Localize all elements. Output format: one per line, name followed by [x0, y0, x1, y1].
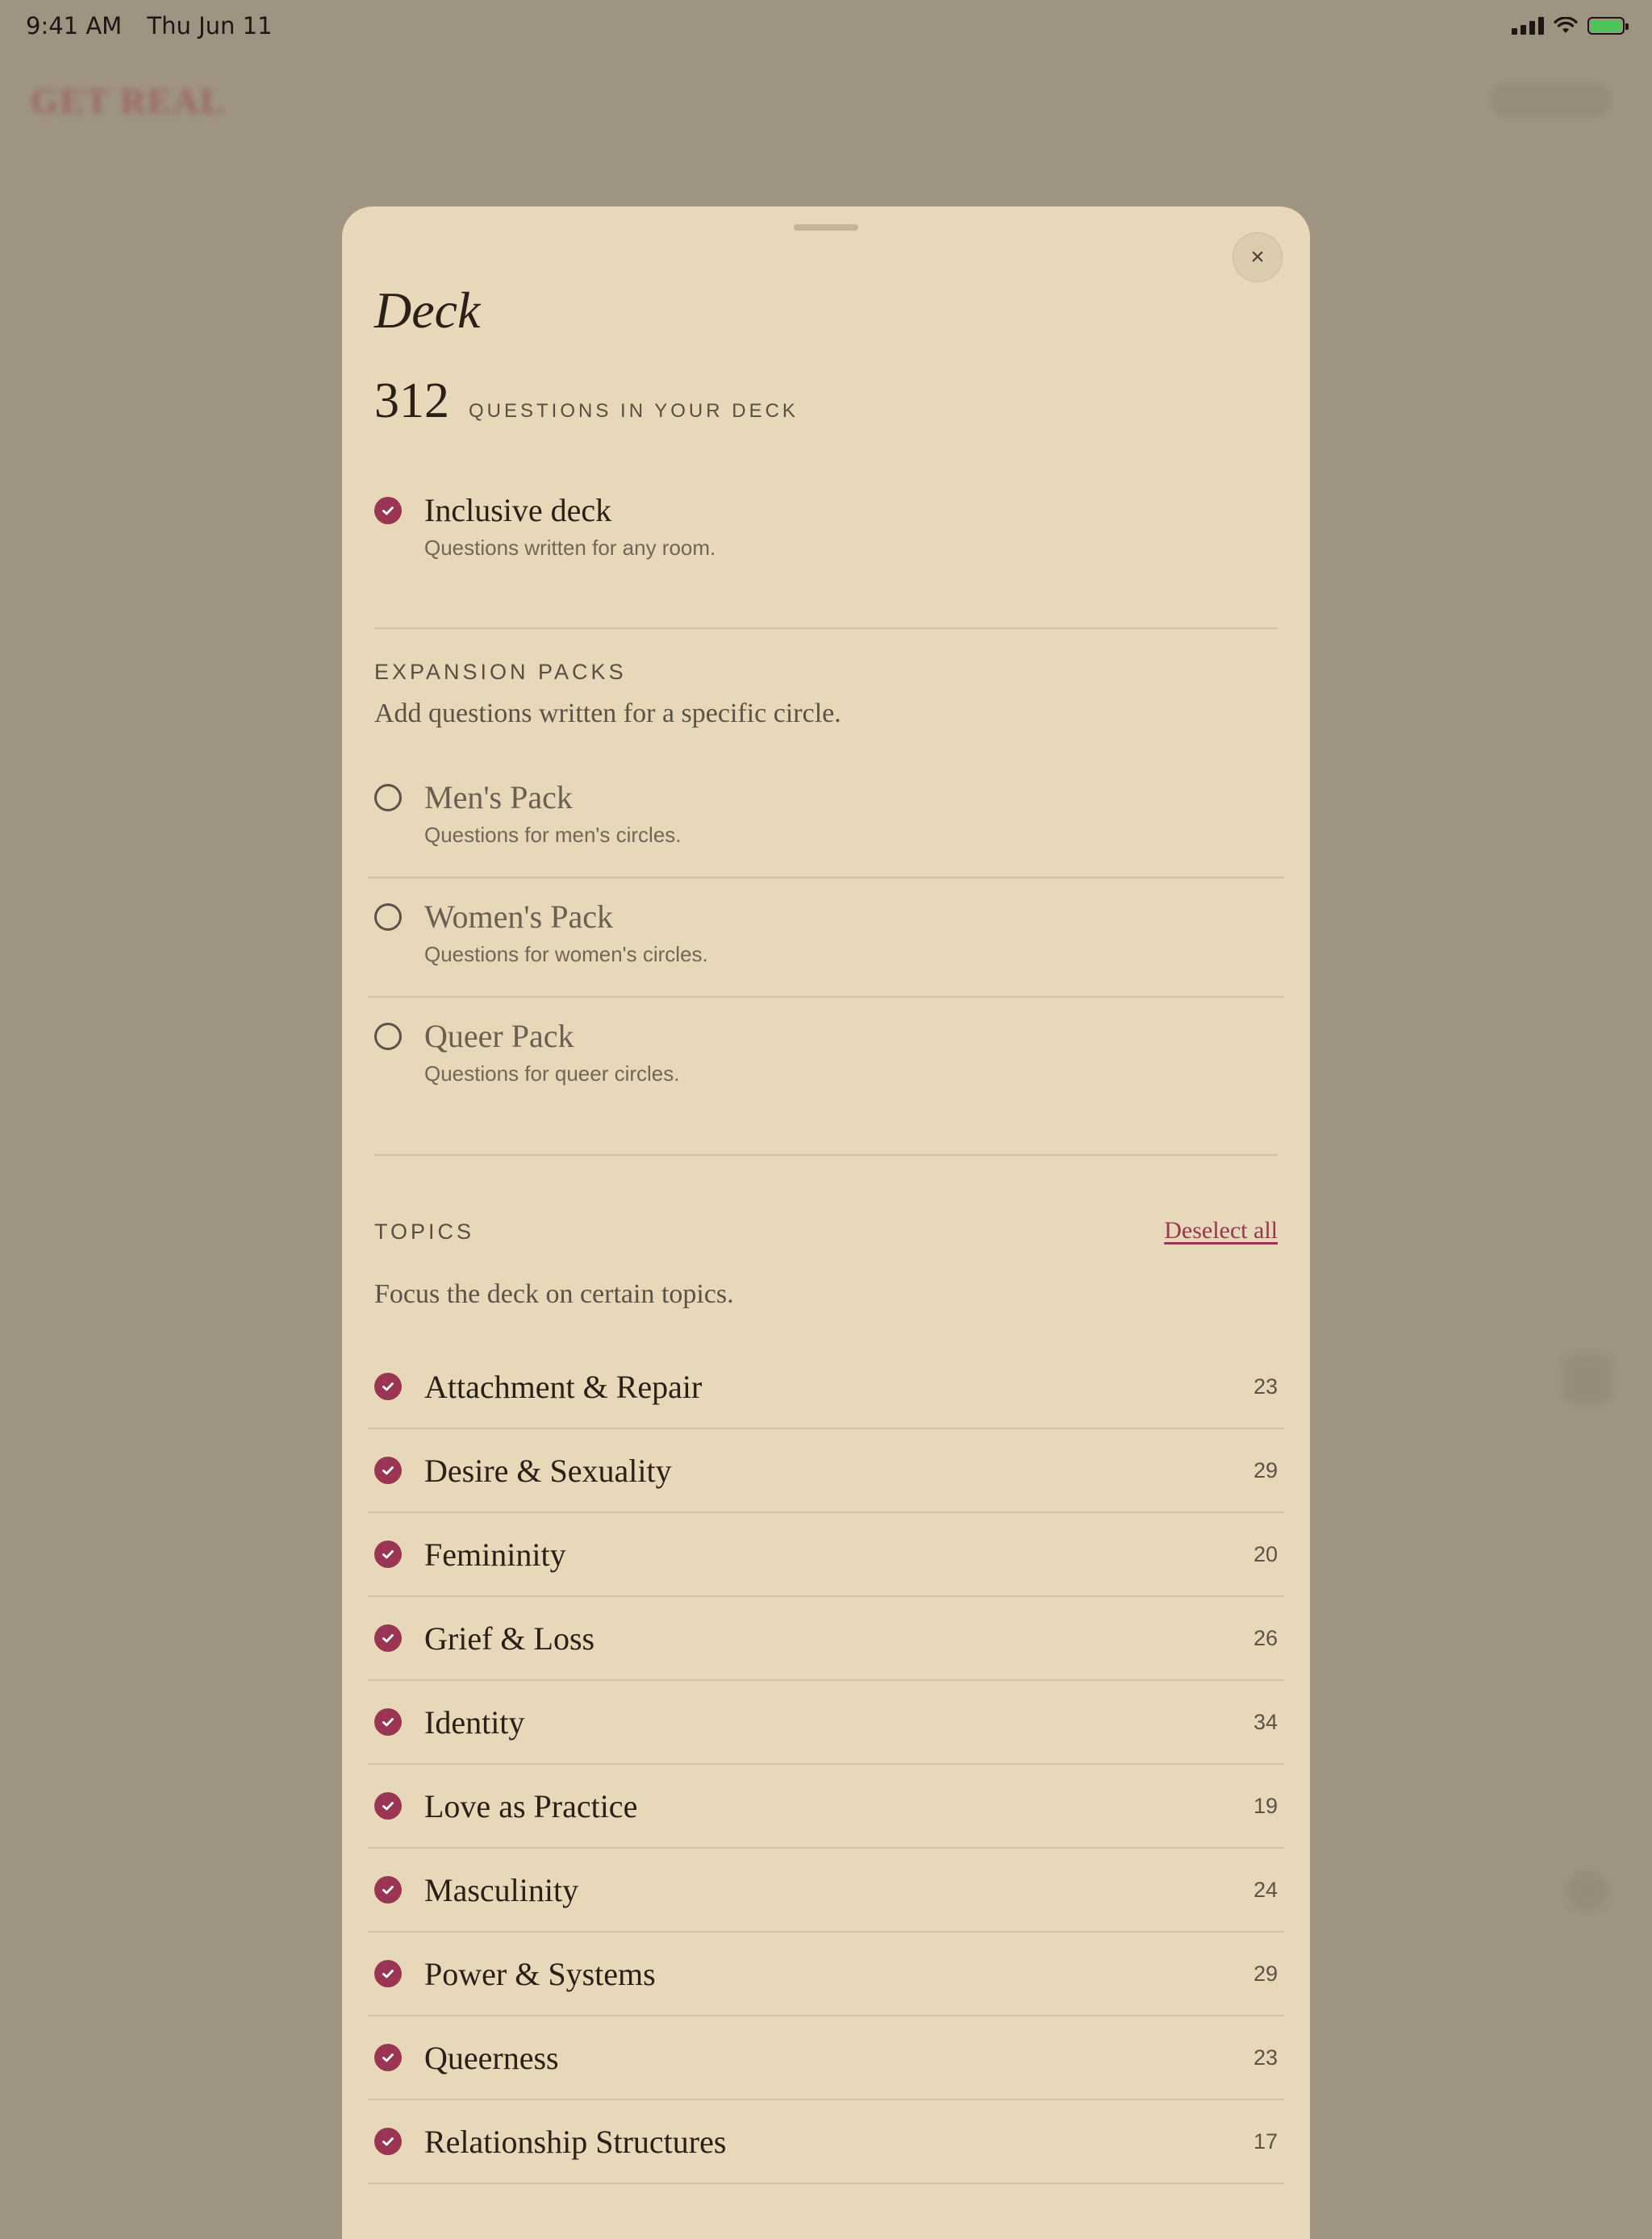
checked-circle-icon — [374, 2128, 402, 2155]
topic-count: 20 — [1253, 1541, 1278, 1566]
topic-row[interactable]: Queerness 23 — [368, 2016, 1284, 2100]
divider — [368, 877, 1284, 878]
status-date: Thu Jun 11 — [147, 12, 273, 40]
topic-count: 17 — [1253, 2129, 1278, 2154]
topic-row[interactable]: Power & Systems 29 — [368, 1933, 1284, 2016]
expansion-packs-label: EXPANSION PACKS — [374, 660, 627, 684]
checked-circle-icon — [374, 497, 402, 524]
background-app-icon — [1567, 1871, 1608, 1912]
topic-list: Attachment & Repair 23 Desire & Sexualit… — [368, 1345, 1284, 2184]
question-count: 312 QUESTIONS IN YOUR DECK — [374, 373, 799, 430]
close-icon: × — [1250, 244, 1265, 270]
sheet-title: Deck — [374, 281, 481, 339]
option-description: Questions for queer circles. — [424, 1061, 680, 1086]
option-description: Questions written for any room. — [424, 536, 716, 560]
option-title: Women's Pack — [424, 899, 613, 935]
background-app-button — [1491, 82, 1612, 118]
topic-name: Grief & Loss — [424, 1620, 595, 1657]
topics-label: TOPICS — [374, 1220, 475, 1244]
unchecked-circle-icon — [374, 1023, 402, 1050]
topic-name: Femininity — [424, 1536, 566, 1573]
question-count-label: QUESTIONS IN YOUR DECK — [469, 400, 799, 422]
topic-row[interactable]: Identity 34 — [368, 1681, 1284, 1765]
checked-circle-icon — [374, 1541, 402, 1568]
background-app-icon — [1563, 1355, 1612, 1403]
checked-circle-icon — [374, 1792, 402, 1820]
checked-circle-icon — [374, 1876, 402, 1903]
topic-name: Desire & Sexuality — [424, 1452, 672, 1489]
divider — [368, 996, 1284, 998]
cellular-signal-icon — [1512, 17, 1544, 35]
topic-row[interactable]: Masculinity 24 — [368, 1849, 1284, 1933]
deck-sheet: × Deck 312 QUESTIONS IN YOUR DECK Inclus… — [342, 206, 1310, 2239]
battery-charging-icon — [1587, 17, 1629, 35]
topic-count: 29 — [1253, 1457, 1278, 1482]
topics-subtitle: Focus the deck on certain topics. — [374, 1279, 734, 1309]
checked-circle-icon — [374, 2044, 402, 2071]
topic-row[interactable]: Femininity 20 — [368, 1513, 1284, 1597]
expansion-packs-subtitle: Add questions written for a specific cir… — [374, 698, 841, 728]
topic-name: Love as Practice — [424, 1787, 638, 1824]
question-count-number: 312 — [374, 373, 449, 428]
close-button[interactable]: × — [1233, 232, 1283, 282]
checked-circle-icon — [374, 1708, 402, 1736]
checked-circle-icon — [374, 1624, 402, 1652]
topic-name: Attachment & Repair — [424, 1368, 703, 1405]
sheet-drag-handle[interactable] — [794, 224, 858, 231]
topic-count: 23 — [1253, 1374, 1278, 1399]
option-title: Men's Pack — [424, 779, 573, 815]
topic-count: 34 — [1253, 1709, 1278, 1734]
topic-row[interactable]: Desire & Sexuality 29 — [368, 1429, 1284, 1513]
topic-name: Masculinity — [424, 1871, 579, 1908]
unchecked-circle-icon — [374, 903, 402, 931]
topic-count: 19 — [1253, 1793, 1278, 1818]
topic-count: 26 — [1253, 1625, 1278, 1650]
option-description: Questions for women's circles. — [424, 942, 708, 966]
womens-pack-option[interactable]: Women's Pack Questions for women's circl… — [374, 897, 708, 967]
unchecked-circle-icon — [374, 784, 402, 811]
checked-circle-icon — [374, 1457, 402, 1484]
topic-row[interactable]: Relationship Structures 17 — [368, 2100, 1284, 2184]
divider — [374, 628, 1278, 629]
topic-row[interactable]: Attachment & Repair 23 — [368, 1345, 1284, 1429]
topic-count: 23 — [1253, 2045, 1278, 2070]
topic-count: 24 — [1253, 1877, 1278, 1902]
topic-name: Power & Systems — [424, 1955, 656, 1992]
checked-circle-icon — [374, 1960, 402, 1987]
checked-circle-icon — [374, 1373, 402, 1400]
queer-pack-option[interactable]: Queer Pack Questions for queer circles. — [374, 1016, 679, 1086]
background-app-logo: GET REAL — [31, 81, 226, 121]
topic-name: Identity — [424, 1703, 525, 1741]
option-description: Questions for men's circles. — [424, 823, 682, 847]
topic-row[interactable]: Love as Practice 19 — [368, 1765, 1284, 1849]
topic-name: Queerness — [424, 2039, 559, 2076]
divider — [374, 1154, 1278, 1156]
topic-row[interactable]: Grief & Loss 26 — [368, 1597, 1284, 1681]
inclusive-deck-option[interactable]: Inclusive deck Questions written for any… — [374, 490, 715, 561]
option-title: Queer Pack — [424, 1018, 574, 1054]
deselect-all-link[interactable]: Deselect all — [1164, 1217, 1278, 1245]
mens-pack-option[interactable]: Men's Pack Questions for men's circles. — [374, 778, 682, 848]
option-title: Inclusive deck — [424, 492, 612, 528]
topic-count: 29 — [1253, 1961, 1278, 1986]
wifi-icon — [1554, 17, 1578, 33]
status-time: 9:41 AM — [26, 12, 123, 40]
status-bar: 9:41 AM Thu Jun 11 — [0, 0, 1652, 52]
topic-name: Relationship Structures — [424, 2123, 727, 2160]
